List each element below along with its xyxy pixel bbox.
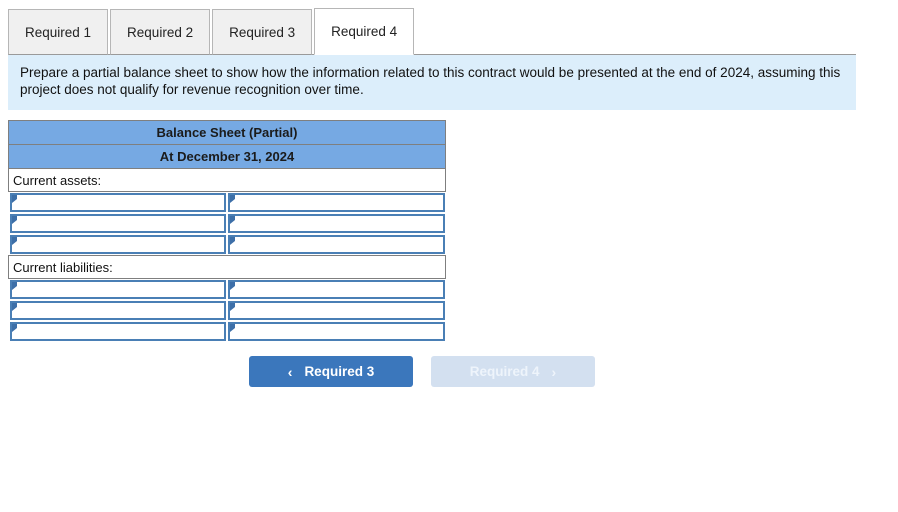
liability-amount-field-2[interactable]: [228, 301, 445, 320]
navigation-bar: ‹ Required 3 Required 4 ›: [0, 356, 898, 387]
amount-cell: [227, 213, 446, 234]
tab-required-2[interactable]: Required 2: [110, 9, 211, 55]
table-row-section-liabilities: Current liabilities:: [8, 255, 446, 279]
tab-required-3[interactable]: Required 3: [212, 9, 313, 55]
amount-cell: [227, 234, 446, 256]
tab-strip: Required 1 Required 2 Required 3 Require…: [0, 0, 898, 55]
next-required-button: Required 4 ›: [431, 356, 595, 387]
liability-amount-field-3[interactable]: [228, 322, 445, 341]
description-cell: [8, 300, 227, 321]
next-button-label: Required 4: [469, 364, 540, 379]
liability-description-field-1[interactable]: [9, 280, 226, 299]
liability-description-input-3[interactable]: [11, 324, 224, 339]
amount-cell: [227, 300, 446, 321]
asset-description-field-3[interactable]: [9, 235, 226, 254]
asset-amount-input-2[interactable]: [230, 216, 443, 231]
description-cell: [8, 321, 227, 342]
asset-description-input-2[interactable]: [11, 216, 224, 231]
table-row: [8, 321, 446, 342]
tab-label: Required 2: [127, 25, 194, 40]
section-label-current-assets: Current assets:: [8, 168, 446, 192]
table-row-subtitle: At December 31, 2024: [8, 144, 446, 169]
tab-label: Required 4: [331, 24, 398, 39]
tab-list: Required 1 Required 2 Required 3 Require…: [8, 0, 898, 55]
liability-amount-field-1[interactable]: [228, 280, 445, 299]
description-cell: [8, 213, 227, 234]
table-row: [8, 234, 446, 256]
instruction-banner: Prepare a partial balance sheet to show …: [8, 55, 856, 110]
asset-description-field-2[interactable]: [9, 214, 226, 233]
liability-amount-input-1[interactable]: [230, 282, 443, 297]
chevron-left-icon: ‹: [287, 363, 293, 380]
balance-sheet-subtitle: At December 31, 2024: [8, 144, 446, 169]
balance-sheet-title: Balance Sheet (Partial): [8, 120, 446, 145]
liability-description-input-2[interactable]: [11, 303, 224, 318]
amount-cell: [227, 321, 446, 342]
asset-amount-input-3[interactable]: [230, 237, 443, 252]
description-cell: [8, 278, 227, 300]
amount-cell: [227, 191, 446, 213]
tab-required-1[interactable]: Required 1: [8, 9, 109, 55]
amount-cell: [227, 278, 446, 300]
asset-amount-field-3[interactable]: [228, 235, 445, 254]
table-row: [8, 191, 446, 213]
liability-description-field-3[interactable]: [9, 322, 226, 341]
chevron-right-icon: ›: [551, 363, 557, 380]
liability-description-input-1[interactable]: [11, 282, 224, 297]
tab-required-4[interactable]: Required 4: [314, 8, 415, 55]
table-row: [8, 278, 446, 300]
description-cell: [8, 234, 227, 256]
asset-amount-field-2[interactable]: [228, 214, 445, 233]
asset-description-field-1[interactable]: [9, 193, 226, 212]
tab-label: Required 3: [229, 25, 296, 40]
previous-required-button[interactable]: ‹ Required 3: [249, 356, 413, 387]
tab-label: Required 1: [25, 25, 92, 40]
liability-amount-input-3[interactable]: [230, 324, 443, 339]
previous-button-label: Required 3: [304, 364, 375, 379]
balance-sheet-container: Balance Sheet (Partial) At December 31, …: [8, 120, 446, 342]
asset-description-input-3[interactable]: [11, 237, 224, 252]
asset-description-input-1[interactable]: [11, 195, 224, 210]
table-row-section-assets: Current assets:: [8, 168, 446, 192]
asset-amount-field-1[interactable]: [228, 193, 445, 212]
liability-amount-input-2[interactable]: [230, 303, 443, 318]
table-row: [8, 213, 446, 234]
section-label-current-liabilities: Current liabilities:: [8, 255, 446, 279]
description-cell: [8, 191, 227, 213]
asset-amount-input-1[interactable]: [230, 195, 443, 210]
table-row: [8, 300, 446, 321]
liability-description-field-2[interactable]: [9, 301, 226, 320]
balance-sheet-table: Balance Sheet (Partial) At December 31, …: [8, 120, 446, 342]
table-row-title: Balance Sheet (Partial): [8, 120, 446, 145]
